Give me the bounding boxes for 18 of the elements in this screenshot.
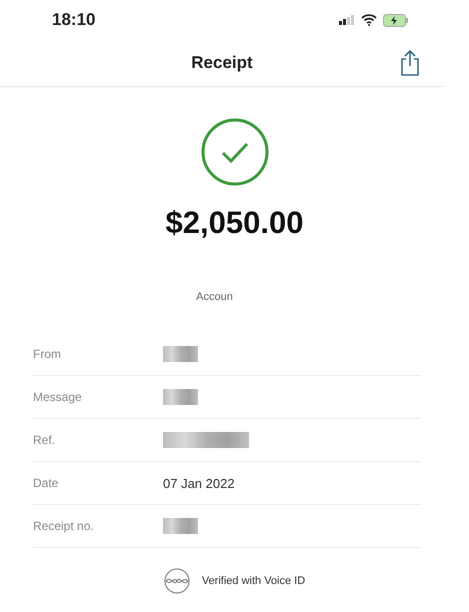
account-label: Accoun: [196, 291, 233, 303]
verified-text: Verified with Voice ID: [202, 575, 306, 587]
signal-icon: [339, 15, 355, 25]
row-label: Ref.: [33, 433, 56, 447]
row-label: Receipt no.: [33, 519, 95, 533]
row-label: Message: [33, 390, 83, 404]
row-value: 07 Jan 2022: [163, 476, 235, 490]
voice-wave-icon: [164, 568, 190, 594]
redacted-value: [163, 518, 198, 534]
status-time: 18:10: [52, 10, 96, 30]
redacted-value: [163, 346, 198, 362]
redacted-value: [163, 389, 198, 405]
screen-title: Receipt: [191, 53, 253, 73]
amount: $2,050.00: [166, 205, 304, 241]
wifi-icon: [361, 14, 377, 26]
row-label: Date: [33, 476, 60, 490]
row-label: From: [33, 347, 62, 361]
share-button[interactable]: [398, 49, 422, 77]
